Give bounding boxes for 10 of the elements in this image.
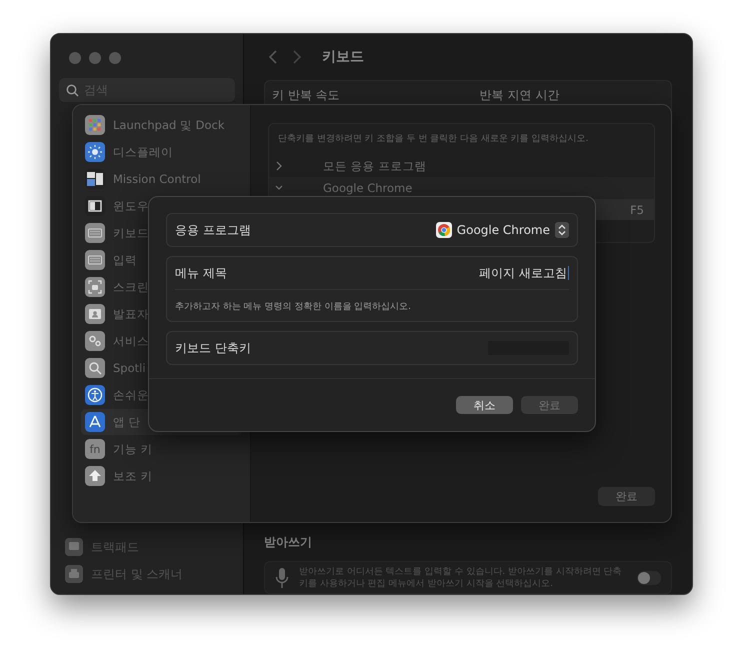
field-label: 메뉴 제목	[175, 264, 227, 282]
section-heading: 받아쓰기	[264, 534, 313, 551]
fn-icon: fn	[85, 439, 105, 459]
field-label: 응용 프로그램	[175, 222, 251, 238]
setting-label: 키 반복 속도	[272, 87, 340, 104]
hint-text: 추가하고자 하는 메뉴 명령의 정확한 이름을 입력하십시오.	[175, 301, 412, 313]
setting-label: 반복 지연 시간	[480, 87, 560, 104]
window-title: 키보드	[322, 48, 364, 66]
instruction-text: 단축키를 변경하려면 키 조합을 두 번 클릭한 다음 새로운 키를 입력하십시오.	[277, 133, 590, 146]
field-label: 키보드 단축키	[175, 340, 251, 356]
